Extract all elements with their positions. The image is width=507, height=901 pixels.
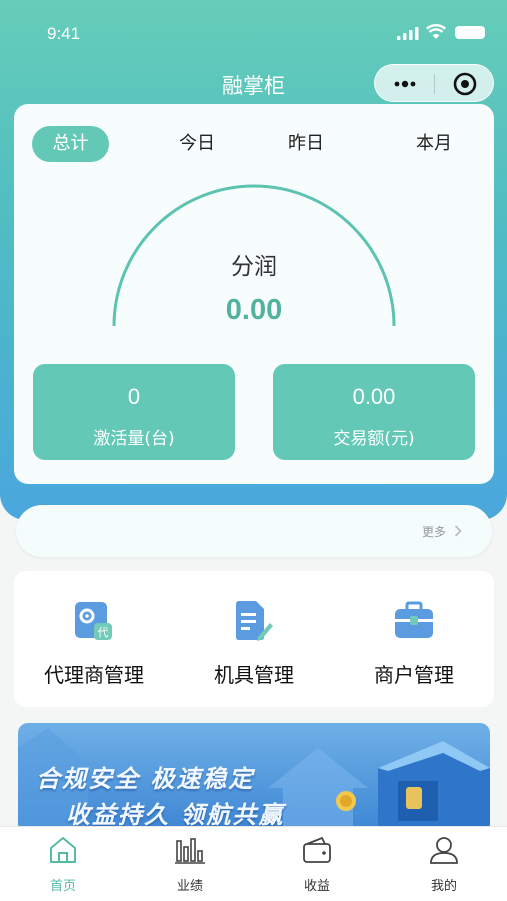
tabbar-performance[interactable]: 业绩 [127, 827, 253, 901]
transaction-amount-value: 0.00 [352, 384, 396, 409]
activation-count-value: 0 [127, 384, 141, 409]
banner-slogan-line-2: 收益持久 领航共赢 [66, 801, 285, 829]
quick-menu: 代 代理商管理 机具管理 商户管理 [14, 571, 494, 707]
close-miniprogram-icon[interactable] [453, 72, 477, 96]
transaction-amount-label: 交易额(元) [333, 429, 415, 449]
tabbar-home-label: 首页 [49, 879, 76, 894]
status-time: 9:41 [47, 24, 81, 43]
agent-settings-icon: 代 [75, 602, 112, 640]
tabbar-mine[interactable]: 我的 [381, 827, 507, 901]
summary-card: 总计 今日 昨日 本月 分润 0.00 0 激活量(台) 0.00 交易额(元) [14, 104, 494, 484]
transaction-amount-card[interactable]: 0.00 交易额(元) [273, 364, 475, 460]
capsule-divider [434, 74, 435, 94]
profit-label: 分润 [231, 254, 277, 280]
chevron-right-icon [454, 525, 462, 537]
banner-slogan-line-1: 合规安全 极速稳定 [36, 765, 255, 793]
user-icon [430, 837, 458, 864]
battery-icon [455, 26, 485, 39]
menu-device-management[interactable]: 机具管理 [174, 571, 334, 707]
tabbar-performance-label: 业绩 [176, 879, 203, 894]
menu-agent-management-label: 代理商管理 [44, 663, 144, 687]
notice-bar[interactable]: 更多 [16, 505, 492, 557]
activation-count-card[interactable]: 0 激活量(台) [33, 364, 235, 460]
briefcase-icon [395, 601, 433, 638]
promo-banner[interactable]: 合规安全 极速稳定 收益持久 领航共赢 [18, 723, 490, 833]
tabbar-earnings[interactable]: 收益 [254, 827, 380, 901]
tabbar-home[interactable]: 首页 [0, 827, 126, 901]
tabbar-earnings-label: 收益 [303, 879, 330, 894]
menu-device-management-label: 机具管理 [214, 663, 294, 687]
wifi-icon [426, 24, 446, 39]
menu-agent-management[interactable]: 代 代理商管理 [14, 571, 174, 707]
menu-merchant-management[interactable]: 商户管理 [334, 571, 494, 707]
activation-count-label: 激活量(台) [93, 429, 175, 449]
agent-icon-badge: 代 [98, 626, 109, 639]
bottom-tab-bar: 首页 业绩 收益 我的 [0, 826, 507, 901]
miniprogram-capsule [374, 64, 494, 102]
wallet-icon [303, 836, 331, 863]
bar-chart-icon [175, 838, 205, 864]
menu-merchant-management-label: 商户管理 [374, 663, 454, 687]
status-bar: 9:41 [0, 0, 507, 66]
tabbar-mine-label: 我的 [430, 879, 457, 894]
profit-value: 0.00 [225, 294, 283, 326]
document-edit-icon [236, 601, 273, 641]
home-icon [50, 837, 76, 863]
more-options-icon[interactable] [390, 73, 420, 95]
signal-icon [397, 27, 419, 40]
more-link[interactable]: 更多 [422, 523, 446, 540]
